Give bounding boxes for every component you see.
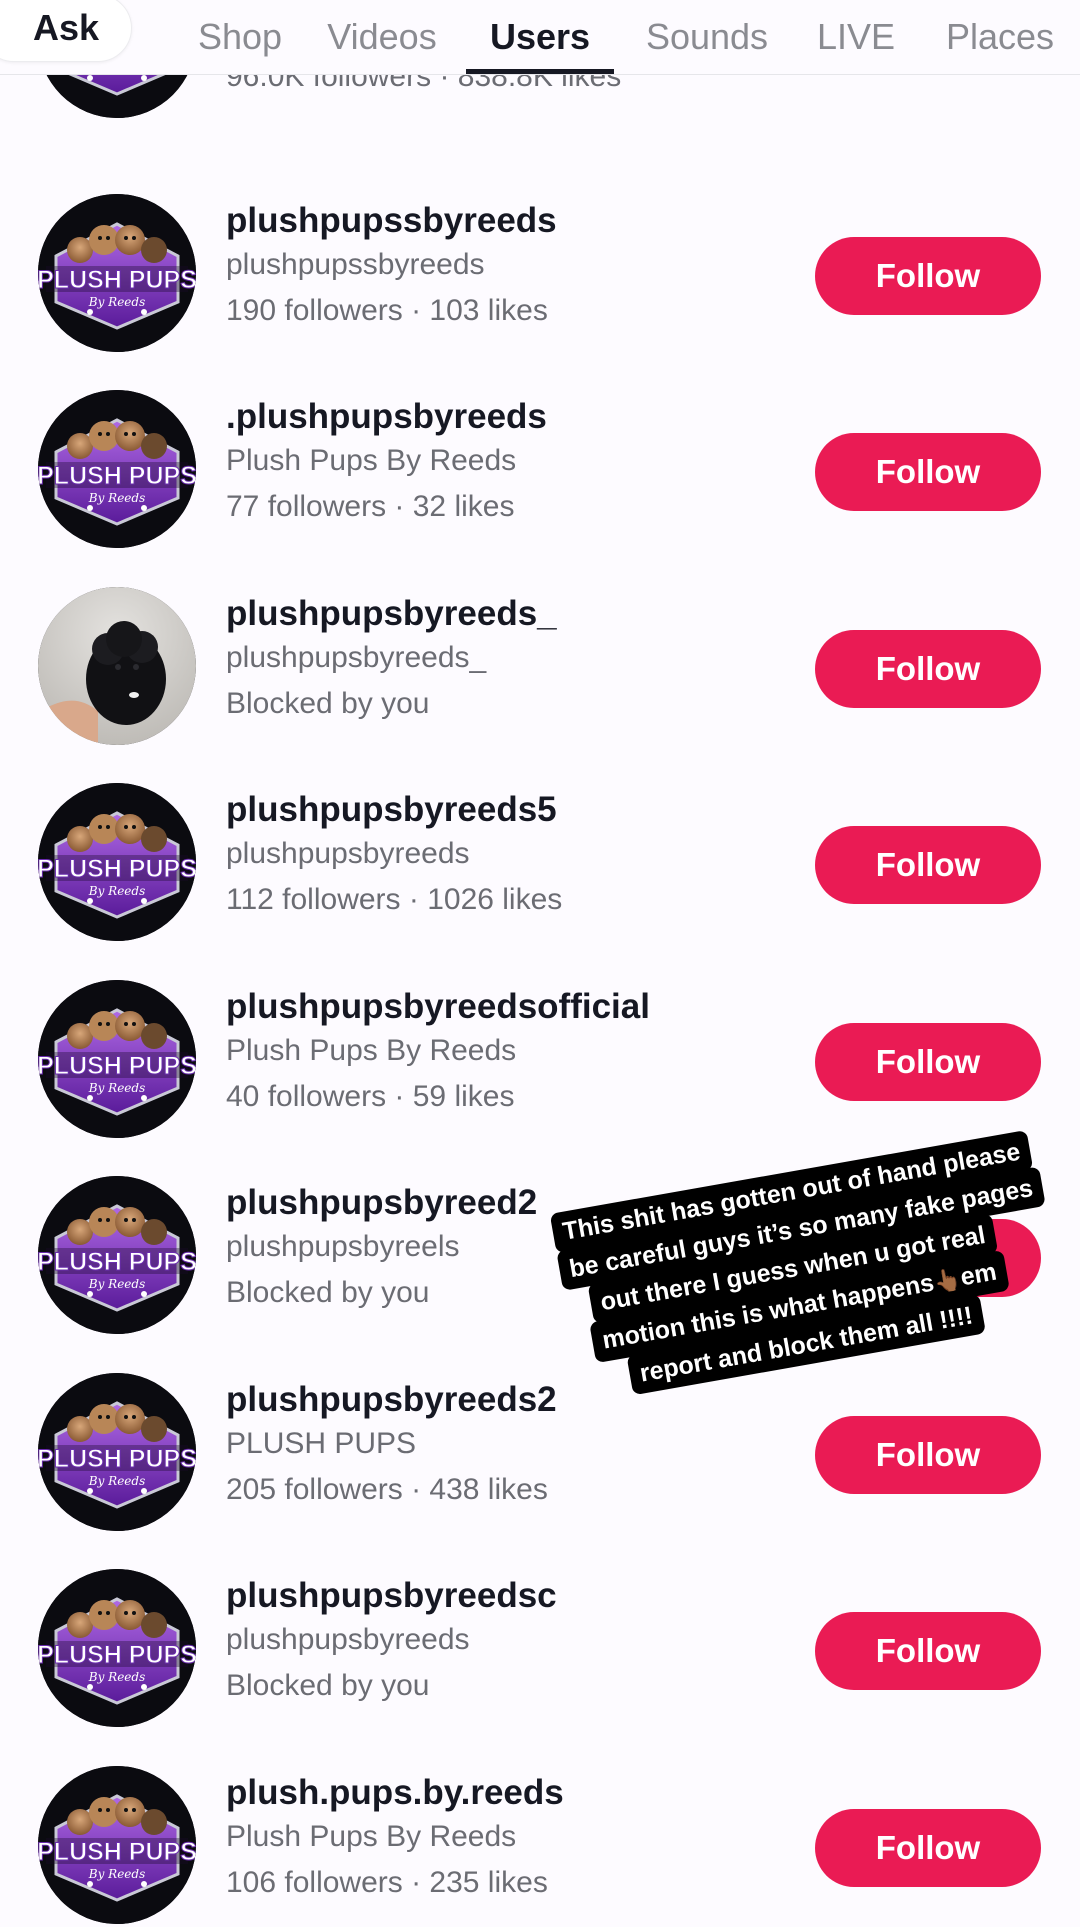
user-nickname: plushpupsbyreels [226,1230,460,1263]
user-nickname: plushpupsbyreeds [226,1623,470,1656]
tab-sounds[interactable]: Sounds [632,0,782,74]
user-name: plush.pups.by.reeds [226,1772,564,1812]
svg-text:By Reeds: By Reeds [88,1277,146,1291]
search-tab-bar: Ask Shop Videos Users Sounds LIVE Places [0,0,1080,75]
user-nickname: Plush Pups By Reeds [226,1033,517,1067]
plush-pups-logo-icon: PLUSH PUPSBy Reeds [38,1176,196,1334]
tab-places[interactable]: Places [930,0,1070,74]
user-name: plushpupsbyreeds5 [226,790,557,829]
plush-pups-logo-icon: PLUSH PUPSBy Reeds [38,979,196,1138]
svg-text:PLUSH PUPS: PLUSH PUPS [38,266,196,294]
user-nickname: plushpupsbyreeds [226,837,470,870]
user-stats: 205 followers · 438 likes [226,1472,548,1506]
avatar[interactable]: PLUSH PUPSBy Reeds [38,1765,196,1924]
user-nickname: plushpupssbyreeds [226,247,485,281]
user-stats: 40 followers · 59 likes [226,1079,515,1113]
user-name: plushpupsbyreed2 [226,1183,538,1222]
follow-button[interactable]: Follow [815,433,1041,511]
user-stats: Blocked by you [226,1276,430,1309]
follow-button[interactable]: Follow [815,1808,1041,1887]
svg-text:PLUSH PUPS: PLUSH PUPS [38,1248,196,1276]
user-row[interactable]: PLUSH PUPS By Reeds .plushpupsbyreeds Plush… [0,355,1080,551]
active-tab-indicator [466,69,614,74]
svg-text:PLUSH PUPS: PLUSH PUPS [38,855,196,883]
avatar[interactable]: PLUSH PUPSBy Reeds [38,1569,196,1727]
plush-pups-logo-icon: PLUSH PUPSBy Reeds [38,193,196,352]
plush-pups-logo-icon: PLUSH PUPSBy Reeds [38,1372,196,1531]
tab-users[interactable]: Users [466,0,614,74]
user-name: plushpupsbyreeds_ [226,593,557,633]
follow-button[interactable]: Follow [815,1612,1041,1690]
follow-button[interactable]: Follow [815,826,1041,904]
user-nickname: Plush Pups By Reeds [226,444,517,477]
user-stats: Blocked by you [226,686,430,720]
user-stats: 106 followers · 235 likes [226,1865,548,1899]
avatar[interactable] [38,586,196,745]
tab-ask-label: Ask [32,7,100,48]
svg-text:PLUSH PUPS: PLUSH PUPS [38,1641,196,1669]
plush-pups-logo-icon: PLUSH PUPSBy Reeds [38,1765,196,1924]
user-nickname: PLUSH PUPS [226,1426,417,1460]
plush-pups-logo-icon: PLUSH PUPSBy Reeds [38,783,196,941]
user-row[interactable]: PLUSH PUPS By Reeds plushpupsbyreedsc plush… [0,1534,1080,1730]
follow-button[interactable]: Follow [815,236,1041,315]
user-nickname: plushpupsbyreeds_ [226,640,487,674]
pointing-up-emoji: 👆🏾 [931,1265,963,1296]
avatar[interactable]: PLUSH PUPSBy Reeds [38,1176,196,1334]
avatar[interactable]: PLUSH PUPSBy Reeds [38,979,196,1138]
user-name: plushpupsbyreedsc [226,1576,557,1615]
user-name: .plushpupsbyreeds [226,397,547,436]
svg-text:PLUSH PUPS: PLUSH PUPS [38,1052,196,1080]
user-stats: Blocked by you [226,1669,430,1702]
svg-text:By Reeds: By Reeds [88,884,146,898]
avatar[interactable]: PLUSH PUPSBy Reeds [38,193,196,352]
plush-pups-logo-icon: PLUSH PUPSBy Reeds [38,390,196,548]
follow-button[interactable]: Follow [815,629,1041,708]
svg-text:PLUSH PUPS: PLUSH PUPS [38,462,196,490]
tab-live[interactable]: LIVE [806,0,906,74]
user-name: plushpupsbyreeds2 [226,1379,557,1419]
svg-text:By Reeds: By Reeds [88,1474,146,1488]
user-row[interactable]: PLUSH PUPS By Reeds plushpupsbyreedsoffici… [0,945,1080,1141]
caption-text: em [958,1257,999,1292]
tab-shop[interactable]: Shop [180,0,300,74]
svg-text:By Reeds: By Reeds [88,491,146,505]
user-stats: 77 followers · 32 likes [226,490,515,523]
user-nickname: Plush Pups By Reeds [226,1819,517,1853]
user-name: plushpupsbyreedsofficial [226,986,650,1026]
svg-text:By Reeds: By Reeds [88,1670,146,1684]
svg-text:PLUSH PUPS: PLUSH PUPS [38,1445,196,1473]
user-stats: 112 followers · 1026 likes [226,883,563,916]
avatar[interactable]: PLUSH PUPSBy Reeds [38,390,196,548]
user-row[interactable]: plushpupsbyreeds_ plushpupsbyreeds_ Blocke… [0,552,1080,748]
user-row[interactable]: PLUSH PUPS By Reeds plushpupsbyreeds5 plush… [0,748,1080,944]
user-row[interactable]: PLUSH PUPS By Reeds plushpupssbyreeds plush… [0,159,1080,355]
avatar[interactable]: PLUSH PUPSBy Reeds [38,783,196,941]
follow-button[interactable]: Follow [815,1022,1041,1101]
svg-text:By Reeds: By Reeds [88,295,146,309]
black-puppy-photo-icon [38,586,196,745]
user-stats: 190 followers · 103 likes [226,293,548,327]
user-name: plushpupssbyreeds [226,200,557,240]
plush-pups-logo-icon: PLUSH PUPSBy Reeds [38,1569,196,1727]
user-row[interactable]: PLUSH PUPS By Reeds plush.pups.by.reeds Plu… [0,1731,1080,1927]
svg-text:PLUSH PUPS: PLUSH PUPS [38,1838,196,1866]
svg-text:By Reeds: By Reeds [88,1867,146,1881]
avatar[interactable]: PLUSH PUPSBy Reeds [38,1372,196,1531]
tab-videos[interactable]: Videos [318,0,446,74]
tab-ask[interactable]: Ask [0,0,132,62]
svg-text:By Reeds: By Reeds [88,1081,146,1095]
